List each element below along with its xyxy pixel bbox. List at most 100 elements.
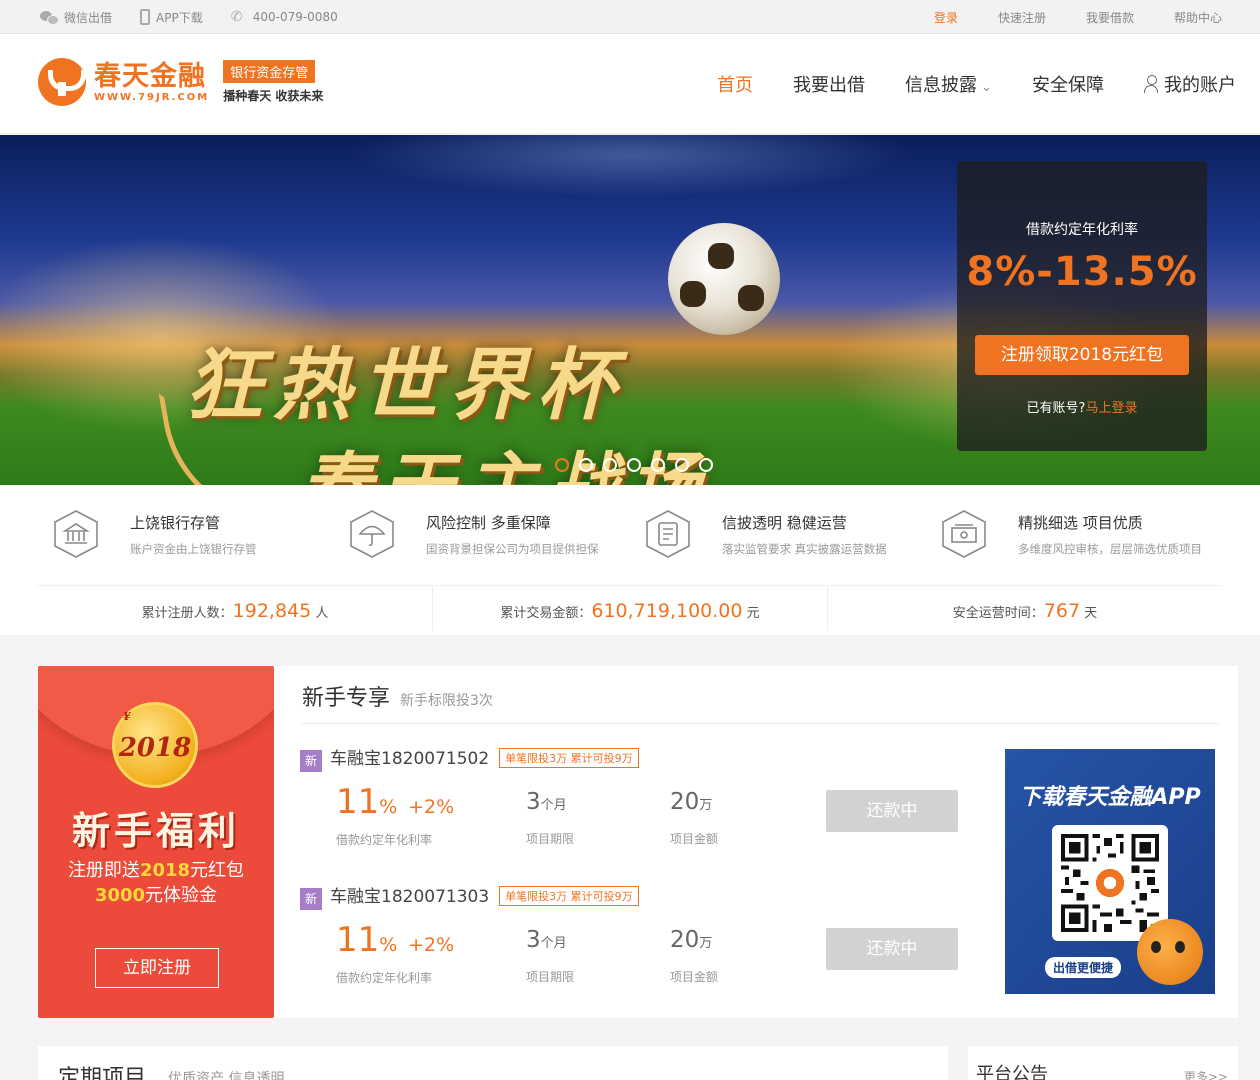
main-nav: 首页 我要出借 信息披露 安全保障 我的账户 xyxy=(717,34,1236,134)
new-tag: 新 xyxy=(300,750,322,772)
loan-item[interactable]: 新车融宝1820071303 单笔限投3万 累计可投9万 11% +2% 借款约定… xyxy=(300,882,1000,992)
red-packet-promo[interactable]: ¥2018 新手福利 注册即送2018元红包 3000元体验金 立即注册 xyxy=(38,666,274,1018)
app-download-title: 下载春天金融APP xyxy=(1019,785,1201,810)
bonus-line-2: 3000元体验金 xyxy=(94,885,218,906)
feature-risk: 风险控制 多重保障国资背景担保公司为项目提供担保 xyxy=(334,509,630,559)
login-link[interactable]: 登录 xyxy=(934,9,958,26)
carousel-dot-3[interactable] xyxy=(603,458,617,472)
carousel-dot-5[interactable] xyxy=(651,458,665,472)
features-section: 上饶银行存管账户资金由上饶银行存管 风险控制 多重保障国资背景担保公司为项目提供… xyxy=(0,485,1260,635)
register-link[interactable]: 快速注册 xyxy=(998,9,1046,26)
newbie-subtitle: 新手标限投3次 xyxy=(400,693,493,709)
hotline: ✆ 400-079-0080 xyxy=(230,9,338,25)
newbie-title: 新手专享 xyxy=(302,686,391,711)
stat-total-volume: 累计交易金额：610,719,100.00 元 xyxy=(433,586,828,631)
loan-amount: 20万 项目金额 xyxy=(670,927,719,984)
feature-bank: 上饶银行存管账户资金由上饶银行存管 xyxy=(38,509,334,559)
mascot-image xyxy=(1137,919,1203,985)
app-download-link[interactable]: APP下载 xyxy=(140,9,203,26)
announcements-card: 平台公告 更多>> xyxy=(968,1046,1238,1080)
phone-icon: ✆ xyxy=(230,9,243,25)
document-icon xyxy=(644,509,692,559)
have-account-text: 已有账号? xyxy=(1026,401,1086,416)
register-now-button[interactable]: 立即注册 xyxy=(95,948,219,988)
carousel-dot-6[interactable] xyxy=(675,458,689,472)
newbie-bonus-title: 新手福利 xyxy=(71,808,240,853)
feature-quality: 精挑细选 项目优质多维度风控审核，层层筛选优质项目 xyxy=(926,509,1222,559)
announcements-title: 平台公告 xyxy=(976,1064,1048,1080)
qr-code-image xyxy=(1052,825,1168,941)
loan-term: 3个月 项目期限 xyxy=(526,789,575,846)
app-pill: 出借更便捷 xyxy=(1045,957,1122,978)
loan-name[interactable]: 车融宝1820071502 xyxy=(330,749,489,769)
panel-rate-label: 借款约定年化利率 xyxy=(1026,222,1138,238)
feature-desc: 账户资金由上饶银行存管 xyxy=(130,541,257,556)
nav-account[interactable]: 我的账户 xyxy=(1144,71,1236,97)
loan-amount: 20万 项目金额 xyxy=(670,789,719,846)
logo-url: WWW.79JR.COM xyxy=(94,91,210,103)
app-download-promo[interactable]: 下载春天金融APP 出借更便捷 xyxy=(1005,749,1215,994)
feature-transparency: 信披透明 稳健运营落实监管要求 真实披露运营数据 xyxy=(630,509,926,559)
cash-icon xyxy=(940,509,988,559)
feature-title: 风险控制 多重保障 xyxy=(426,513,551,532)
repaying-button[interactable]: 还款中 xyxy=(826,790,958,832)
wechat-icon xyxy=(40,10,59,25)
panel-rate: 8%-13.5% xyxy=(966,249,1198,295)
feature-title: 信披透明 稳健运营 xyxy=(722,513,847,532)
stat-registered-users: 累计注册人数：192,845 人 xyxy=(38,586,433,631)
feature-title: 上饶银行存管 xyxy=(130,513,221,532)
banner-title-line2: 春天主战场 xyxy=(300,427,710,485)
nav-invest[interactable]: 我要出借 xyxy=(793,71,865,97)
newbie-header: 新手专享 新手标限投3次 xyxy=(302,680,1220,724)
feature-desc: 落实监管要求 真实披露运营数据 xyxy=(722,541,887,556)
loan-rate: 11% +2% 借款约定年化利率 xyxy=(336,920,455,985)
mobile-icon xyxy=(140,9,151,25)
stat-operating-days: 安全运营时间：767 天 xyxy=(952,600,1098,622)
fixed-projects-title: 定期项目 xyxy=(58,1066,147,1080)
announcements-more-link[interactable]: 更多>> xyxy=(1184,1068,1228,1080)
new-tag: 新 xyxy=(300,888,322,910)
fixed-projects-subtitle: 优质资产 信息透明 xyxy=(168,1071,285,1080)
coin-2018-icon: ¥2018 xyxy=(112,702,198,788)
carousel-dot-4[interactable] xyxy=(627,458,641,472)
logo[interactable]: 春天金融 WWW.79JR.COM 银行资金存管 播种春天 收获未来 xyxy=(38,58,323,106)
bonus-line-1: 注册即送2018元红包 xyxy=(67,860,245,881)
loan-item[interactable]: 新车融宝1820071502 单笔限投3万 累计可投9万 11% +2% 借款约定… xyxy=(300,744,1000,854)
register-panel: 借款约定年化利率 8%-13.5% 注册领取2018元红包 已有账号?马上登录 xyxy=(957,161,1207,451)
football-image xyxy=(668,223,780,335)
nav-home[interactable]: 首页 xyxy=(717,71,753,97)
user-icon xyxy=(1144,75,1158,93)
loan-term: 3个月 项目期限 xyxy=(526,927,575,984)
logo-icon xyxy=(38,58,86,106)
carousel-dot-2[interactable] xyxy=(579,458,593,472)
register-bonus-button[interactable]: 注册领取2018元红包 xyxy=(975,335,1189,375)
feature-desc: 多维度风控审核，层层筛选优质项目 xyxy=(1018,541,1202,556)
loan-rate: 11% +2% 借款约定年化利率 xyxy=(336,782,455,847)
platform-stats: 累计注册人数：192,845 人 累计交易金额：610,719,100.00 元… xyxy=(38,585,1222,631)
bank-icon xyxy=(52,509,100,559)
umbrella-icon xyxy=(348,509,396,559)
nav-security[interactable]: 安全保障 xyxy=(1032,71,1104,97)
feature-desc: 国资背景担保公司为项目提供担保 xyxy=(426,541,599,556)
newbie-section: ¥2018 新手福利 注册即送2018元红包 3000元体验金 立即注册 新手专… xyxy=(38,666,1238,1018)
banner-title-line1: 狂热世界杯 xyxy=(185,340,626,431)
quick-login-link[interactable]: 马上登录 xyxy=(1085,401,1137,416)
logo-name: 春天金融 xyxy=(94,60,206,92)
nav-disclosure[interactable]: 信息披露 xyxy=(905,71,992,97)
loan-name[interactable]: 车融宝1820071303 xyxy=(330,887,489,907)
borrow-link[interactable]: 我要借款 xyxy=(1086,9,1134,26)
fixed-projects-card: 定期项目 优质资产 信息透明 xyxy=(38,1046,948,1080)
wechat-link[interactable]: 微信出借 xyxy=(40,9,112,26)
carousel-dot-7[interactable] xyxy=(699,458,713,472)
carousel-dot-1[interactable] xyxy=(555,458,569,472)
repaying-button[interactable]: 还款中 xyxy=(826,928,958,970)
feature-title: 精挑细选 项目优质 xyxy=(1018,513,1143,532)
custody-badge: 银行资金存管 xyxy=(223,60,316,83)
limit-badge: 单笔限投3万 累计可投9万 xyxy=(499,886,639,906)
limit-badge: 单笔限投3万 累计可投9万 xyxy=(499,748,639,768)
carousel-dots xyxy=(555,458,713,472)
slogan: 播种春天 收获未来 xyxy=(223,89,324,103)
help-link[interactable]: 帮助中心 xyxy=(1174,9,1222,26)
site-header: 春天金融 WWW.79JR.COM 银行资金存管 播种春天 收获未来 首页 我要… xyxy=(0,34,1260,134)
top-bar: 微信出借 APP下载 ✆ 400-079-0080 登录 快速注册 我要借款 帮助… xyxy=(0,0,1260,34)
